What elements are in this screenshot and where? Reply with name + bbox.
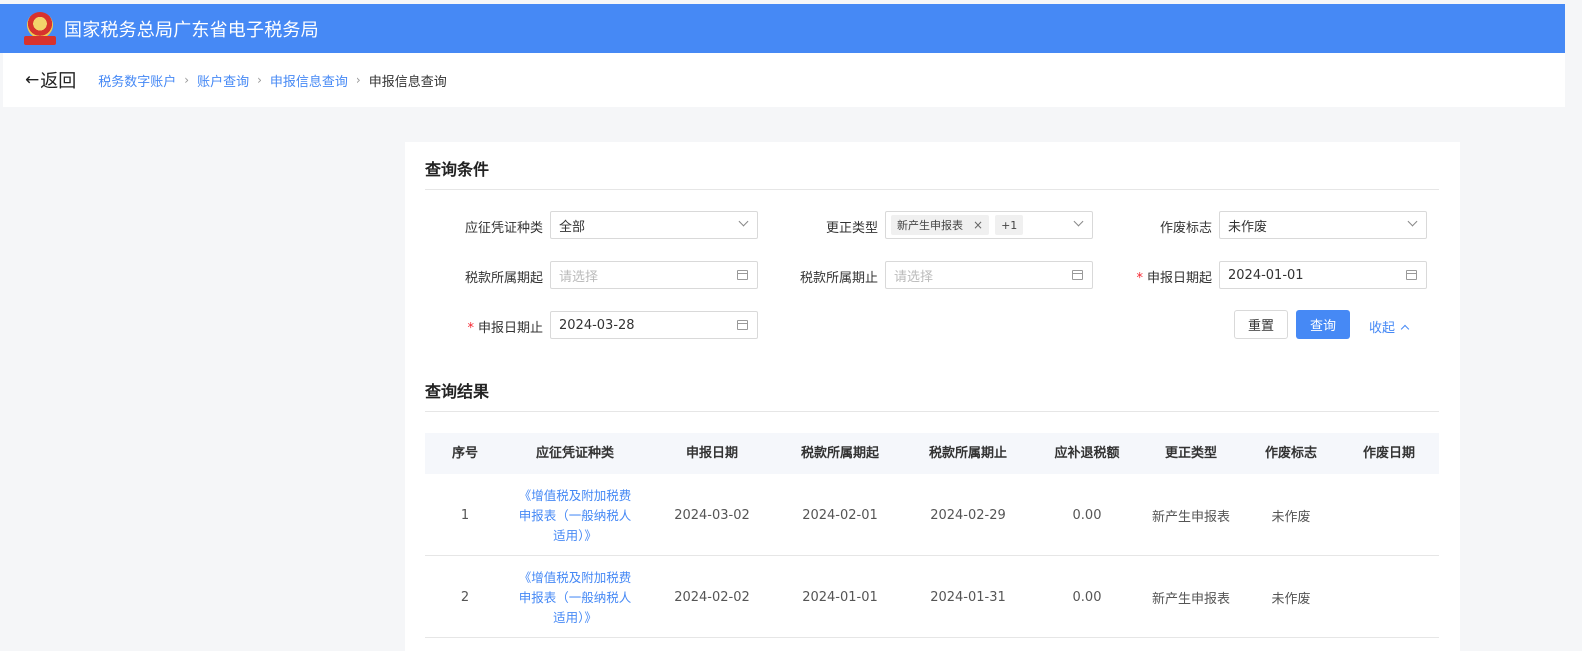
main-card: 查询条件 应征凭证种类 全部 更正类型 新产生申报表 × +1 作废标志 未作废… <box>405 142 1460 651</box>
divider <box>425 411 1439 412</box>
chevron-down-icon <box>738 216 749 227</box>
cell-void-date <box>1339 557 1439 638</box>
app-header: 国家税务总局广东省电子税务局 <box>0 4 1565 53</box>
declare-date-end-text: 申报日期止 <box>477 321 543 336</box>
column-header-void-flag: 作废标志 <box>1264 446 1317 461</box>
voucher-link-line: 《增值税及附加税费 <box>518 569 632 585</box>
correction-type-label: 更正类型 <box>825 221 878 236</box>
declare-date-start-text: 申报日期起 <box>1146 271 1212 286</box>
nav-bar: ← 返回 税务数字账户 › 账户查询 › 申报信息查询 › 申报信息查询 <box>3 53 1565 107</box>
table-row: 1 《增值税及附加税费 申报表（一般纳税人 适用）》 2024-03-02 20… <box>425 475 1439 556</box>
column-header-period-start: 税款所属期起 <box>800 446 879 461</box>
tax-period-end-placeholder: 请选择 <box>894 269 934 285</box>
void-flag-select[interactable]: 未作废 <box>1219 211 1427 239</box>
chevron-right-icon: › <box>184 73 190 87</box>
national-emblem-logo <box>24 11 56 46</box>
voucher-link-line: 《增值税及附加税费 <box>518 487 632 503</box>
voucher-link-line: 申报表（一般纳税人 <box>518 507 632 523</box>
results-section-title: 查询结果 <box>425 382 490 401</box>
cell-declare-date: 2024-03-02 <box>674 508 750 523</box>
tax-period-end-input[interactable]: 请选择 <box>885 261 1093 289</box>
declare-date-end-value: 2024-03-28 <box>559 317 635 333</box>
voucher-type-value: 全部 <box>559 219 586 235</box>
voucher-type-label: 应征凭证种类 <box>464 221 543 236</box>
cell-void-flag: 未作废 <box>1271 592 1311 607</box>
breadcrumb-account-query[interactable]: 账户查询 <box>197 71 249 90</box>
collapse-label: 收起 <box>1369 321 1396 336</box>
query-button[interactable]: 查询 <box>1296 310 1350 339</box>
declare-date-end-input[interactable]: 2024-03-28 <box>550 311 758 339</box>
declare-date-start-label: * 申报日期起 <box>1105 267 1212 286</box>
cell-void-date <box>1339 475 1439 556</box>
column-header-void-date: 作废日期 <box>1362 446 1415 461</box>
column-header-no: 序号 <box>451 446 478 461</box>
tax-period-start-placeholder: 请选择 <box>559 269 599 285</box>
cell-correction-type: 新产生申报表 <box>1151 592 1230 607</box>
cell-voucher-link[interactable]: 《增值税及附加税费 申报表（一般纳税人 适用）》 <box>505 475 645 556</box>
calendar-icon <box>1406 270 1417 280</box>
chevron-up-icon <box>1400 324 1410 333</box>
table-row: 2 《增值税及附加税费 申报表（一般纳税人 适用）》 2024-02-02 20… <box>425 557 1439 638</box>
cell-period-end: 2024-02-29 <box>930 508 1006 523</box>
declare-date-start-input[interactable]: 2024-01-01 <box>1219 261 1427 289</box>
column-header-voucher-type: 应征凭证种类 <box>535 446 614 461</box>
cell-no: 2 <box>460 590 470 605</box>
breadcrumb-tax-digital-account[interactable]: 税务数字账户 <box>98 71 176 90</box>
correction-type-tag: 新产生申报表 × <box>891 215 990 235</box>
breadcrumb-declaration-query[interactable]: 申报信息查询 <box>270 71 348 90</box>
tag-label: 新产生申报表 <box>897 219 963 232</box>
chevron-down-icon <box>1407 216 1418 227</box>
breadcrumb: 税务数字账户 › 账户查询 › 申报信息查询 › 申报信息查询 <box>98 71 447 90</box>
reset-button[interactable]: 重置 <box>1234 310 1288 339</box>
cell-voucher-link[interactable]: 《增值税及附加税费 申报表（一般纳税人 适用）》 <box>505 557 645 638</box>
declare-date-start-value: 2024-01-01 <box>1228 267 1304 283</box>
cell-correction-type: 新产生申报表 <box>1151 510 1230 525</box>
voucher-link-line: 适用）》 <box>553 527 597 543</box>
cell-amount: 0.00 <box>1072 590 1102 605</box>
cell-void-flag: 未作废 <box>1271 510 1311 525</box>
query-section-title: 查询条件 <box>425 160 490 179</box>
tax-period-end-label: 税款所属期止 <box>799 271 878 286</box>
table-header: 序号 应征凭证种类 申报日期 税款所属期起 税款所属期止 应补退税额 更正类型 … <box>425 433 1439 474</box>
more-tags-count: +1 <box>995 215 1024 235</box>
voucher-link-line: 申报表（一般纳税人 <box>518 589 632 605</box>
calendar-icon <box>1072 270 1083 280</box>
voucher-link-line: 适用）》 <box>553 609 597 625</box>
cell-period-start: 2024-01-01 <box>802 590 878 605</box>
tax-period-start-label: 税款所属期起 <box>464 271 543 286</box>
calendar-icon <box>737 320 748 330</box>
required-mark: * <box>1136 271 1143 286</box>
divider <box>425 189 1439 190</box>
tax-period-start-input[interactable]: 请选择 <box>550 261 758 289</box>
cell-amount: 0.00 <box>1072 508 1102 523</box>
cell-period-end: 2024-01-31 <box>930 590 1006 605</box>
close-icon[interactable]: × <box>973 218 983 232</box>
cell-period-start: 2024-02-01 <box>802 508 878 523</box>
declare-date-end-label: * 申报日期止 <box>435 317 543 336</box>
chevron-right-icon: › <box>355 73 361 87</box>
back-button[interactable]: ← 返回 <box>25 67 76 93</box>
back-arrow-icon: ← <box>25 70 40 90</box>
column-header-amount: 应补退税额 <box>1054 446 1120 461</box>
cell-declare-date: 2024-02-02 <box>674 590 750 605</box>
column-header-period-end: 税款所属期止 <box>928 446 1007 461</box>
required-mark: * <box>467 321 474 336</box>
breadcrumb-current: 申报信息查询 <box>368 74 447 90</box>
back-label: 返回 <box>40 71 77 92</box>
correction-type-select[interactable]: 新产生申报表 × +1 <box>885 211 1093 239</box>
column-header-declare-date: 申报日期 <box>685 446 738 461</box>
chevron-right-icon: › <box>257 73 262 87</box>
chevron-down-icon <box>1073 216 1084 227</box>
column-header-correction-type: 更正类型 <box>1164 446 1217 461</box>
app-title: 国家税务总局广东省电子税务局 <box>64 19 319 41</box>
void-flag-label: 作废标志 <box>1159 221 1212 236</box>
cell-no: 1 <box>460 508 470 523</box>
calendar-icon <box>737 270 748 280</box>
voucher-type-select[interactable]: 全部 <box>550 211 758 239</box>
void-flag-value: 未作废 <box>1228 219 1268 235</box>
collapse-toggle[interactable]: 收起 <box>1369 317 1410 336</box>
